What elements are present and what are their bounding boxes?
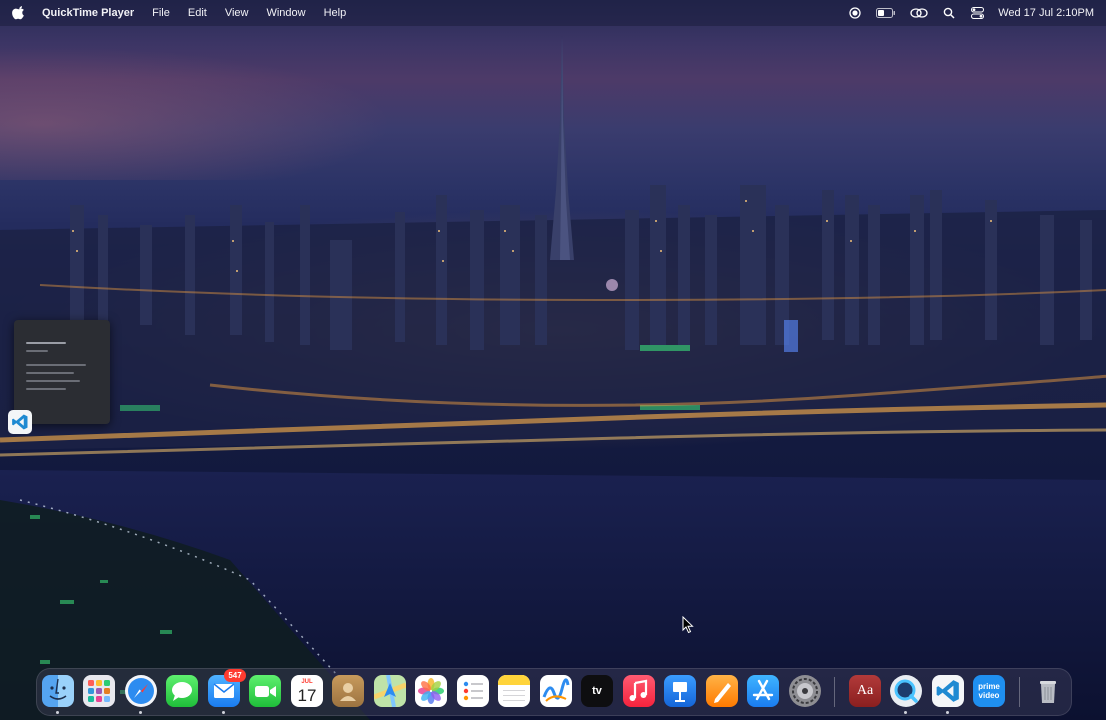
running-indicator — [904, 711, 907, 714]
prime-video-icon[interactable]: prime video — [973, 675, 1005, 707]
desktop-vscode-icon[interactable] — [8, 410, 32, 434]
running-indicator — [946, 711, 949, 714]
dictionary-label: Aa — [856, 683, 874, 698]
calendar-day: 17 — [297, 686, 317, 705]
reminders-icon[interactable] — [457, 675, 489, 707]
battery-icon[interactable] — [876, 6, 896, 20]
search-icon[interactable] — [942, 6, 956, 20]
menu-app-name[interactable]: QuickTime Player — [40, 7, 143, 19]
menu-window[interactable]: Window — [257, 7, 314, 19]
dictionary-icon[interactable]: Aa — [849, 675, 881, 707]
desktop-wallpaper — [0, 0, 1106, 720]
menu-bar: QuickTime Player File Edit View Window H… — [0, 0, 1106, 26]
freeform-icon[interactable] — [540, 675, 572, 707]
menu-view[interactable]: View — [216, 7, 258, 19]
messages-icon[interactable] — [166, 675, 198, 707]
photos-icon[interactable] — [415, 675, 447, 707]
running-indicator — [56, 711, 59, 714]
dock-separator — [834, 677, 835, 707]
menu-bar-left: QuickTime Player File Edit View Window H… — [0, 6, 355, 20]
thumbnail-line — [26, 388, 66, 390]
screen-mirror-icon[interactable] — [910, 6, 928, 20]
vscode-icon[interactable] — [932, 675, 964, 707]
thumbnail-line — [26, 364, 86, 366]
running-indicator — [139, 711, 142, 714]
trash-icon[interactable] — [1032, 675, 1064, 707]
finder-icon[interactable] — [42, 675, 74, 707]
city-skyline-illustration — [0, 36, 1106, 720]
menu-help[interactable]: Help — [315, 7, 356, 19]
apple-menu-icon[interactable] — [12, 6, 26, 20]
dock: 547 JUL 17 tv Aa prime video — [36, 668, 1072, 716]
system-settings-icon[interactable] — [789, 675, 821, 707]
apple-tv-icon[interactable]: tv — [581, 675, 613, 707]
pages-icon[interactable] — [706, 675, 738, 707]
calendar-month: JUL — [301, 679, 313, 685]
apple-tv-label: tv — [592, 685, 602, 697]
prime-label-bottom: video — [978, 691, 1000, 700]
running-indicator — [222, 711, 225, 714]
notes-icon[interactable] — [498, 675, 530, 707]
menu-bar-clock[interactable]: Wed 17 Jul 2:10PM — [998, 7, 1094, 19]
mouse-cursor — [682, 615, 694, 634]
contacts-icon[interactable] — [332, 675, 364, 707]
menu-edit[interactable]: Edit — [179, 7, 216, 19]
maps-icon[interactable] — [374, 675, 406, 707]
thumbnail-line — [26, 380, 80, 382]
prime-label-top: prime — [978, 682, 1000, 691]
thumbnail-line — [26, 342, 66, 344]
screen-record-icon[interactable] — [848, 6, 862, 20]
app-store-icon[interactable] — [747, 675, 779, 707]
thumbnail-line — [26, 372, 74, 374]
facetime-icon[interactable] — [249, 675, 281, 707]
calendar-icon[interactable]: JUL 17 — [291, 675, 323, 707]
menu-bar-status-area: Wed 17 Jul 2:10PM — [848, 0, 1094, 26]
dock-separator — [1019, 677, 1020, 707]
launchpad-icon[interactable] — [83, 675, 115, 707]
control-center-icon[interactable] — [970, 6, 984, 20]
menu-file[interactable]: File — [143, 7, 179, 19]
mail-icon[interactable]: 547 — [208, 669, 246, 707]
thumbnail-line — [26, 350, 48, 352]
mail-badge: 547 — [224, 669, 246, 682]
music-icon[interactable] — [623, 675, 655, 707]
quicktime-icon[interactable] — [890, 675, 922, 707]
keynote-icon[interactable] — [664, 675, 696, 707]
window-thumbnail[interactable] — [14, 320, 110, 424]
safari-icon[interactable] — [125, 675, 157, 707]
